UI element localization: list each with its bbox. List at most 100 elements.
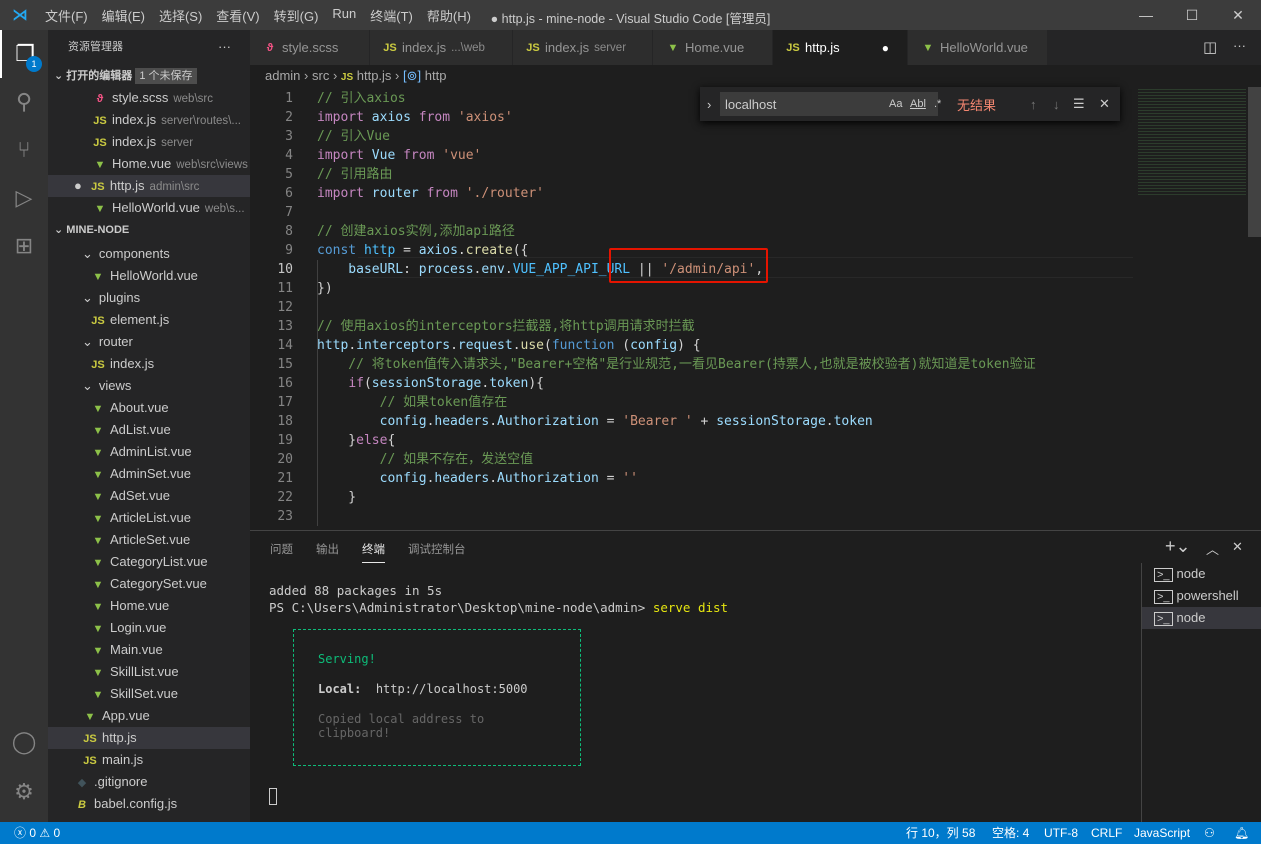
account-icon[interactable]: ◯ bbox=[0, 718, 48, 766]
file-item[interactable]: JS http.js bbox=[48, 727, 250, 749]
feedback-icon[interactable]: ⚇ bbox=[1204, 822, 1215, 844]
terminal-instance[interactable]: >_ node bbox=[1142, 607, 1261, 629]
new-terminal-icon[interactable]: +⌄ bbox=[1165, 536, 1191, 557]
breadcrumb-item[interactable]: src bbox=[312, 68, 329, 83]
tab-terminal[interactable]: 终端 bbox=[362, 541, 385, 563]
code-editor[interactable]: 1 // 引入axios 2 import axios from 'axios' 3 //… bbox=[250, 87, 1140, 527]
open-editors-header[interactable]: ⌄ 打开的编辑器 1 个未保存 bbox=[48, 65, 250, 87]
match-word-button[interactable]: Abl bbox=[910, 98, 926, 110]
folder-item[interactable]: ⌄ router bbox=[48, 331, 250, 353]
tab-output[interactable]: 输出 bbox=[316, 541, 339, 557]
menu-item[interactable]: 查看(V) bbox=[209, 6, 266, 25]
run-debug-icon[interactable]: ▷ bbox=[0, 174, 48, 222]
editor-more-icon[interactable]: ··· bbox=[1233, 38, 1246, 53]
open-editor-item[interactable]: ▼ Home.vue web\src\views bbox=[48, 153, 250, 175]
file-item[interactable]: ▼ SkillSet.vue bbox=[48, 683, 250, 705]
find-in-selection-icon[interactable]: ☰ bbox=[1073, 96, 1085, 112]
file-item[interactable]: ▼ ArticleList.vue bbox=[48, 507, 250, 529]
terminal-instance[interactable]: >_ node bbox=[1142, 563, 1261, 585]
tab-home-vue[interactable]: ▼ Home.vue bbox=[653, 30, 773, 65]
cursor-position[interactable]: 行 10，列 58 bbox=[906, 822, 975, 844]
file-item[interactable]: ▼ AdList.vue bbox=[48, 419, 250, 441]
menu-item[interactable]: 帮助(H) bbox=[420, 6, 478, 25]
tab-index-js[interactable]: JS index.js ...\web bbox=[370, 30, 513, 65]
next-match-icon[interactable]: ↓ bbox=[1053, 97, 1060, 112]
file-item[interactable]: ▼ Login.vue bbox=[48, 617, 250, 639]
breadcrumb-item[interactable]: http bbox=[425, 68, 447, 83]
encoding[interactable]: UTF-8 bbox=[1044, 822, 1078, 844]
notifications-icon[interactable]: 🔔︎ bbox=[1234, 822, 1249, 844]
minimize-button[interactable]: — bbox=[1123, 0, 1169, 30]
tab-index-js[interactable]: JS index.js server bbox=[513, 30, 653, 65]
tab-http-js[interactable]: JS http.js ● bbox=[773, 30, 908, 65]
file-item[interactable]: ▼ HelloWorld.vue bbox=[48, 265, 250, 287]
file-item[interactable]: JS main.js bbox=[48, 749, 250, 771]
source-control-icon[interactable]: ⑂ bbox=[0, 126, 48, 174]
local-url[interactable]: http://localhost:5000 bbox=[376, 682, 528, 696]
file-item[interactable]: ▼ AdminSet.vue bbox=[48, 463, 250, 485]
folder-item[interactable]: ⌄ plugins bbox=[48, 287, 250, 309]
file-item[interactable]: Bbabel.config.js bbox=[48, 793, 250, 815]
file-item[interactable]: ▼ CategorySet.vue bbox=[48, 573, 250, 595]
toggle-replace-icon[interactable]: › bbox=[707, 97, 711, 112]
search-icon[interactable]: ⚲ bbox=[0, 78, 48, 126]
minimap[interactable] bbox=[1138, 87, 1246, 197]
open-editor-item[interactable]: ▼ HelloWorld.vue web\s... bbox=[48, 197, 250, 219]
breadcrumb-item[interactable]: http.js bbox=[357, 68, 392, 83]
project-header[interactable]: ⌄ MINE-NODE bbox=[48, 219, 250, 241]
modified-dot-icon[interactable]: ● bbox=[74, 178, 82, 193]
file-item[interactable]: ▼ AdSet.vue bbox=[48, 485, 250, 507]
open-editor-item[interactable]: JS index.js server\routes\... bbox=[48, 109, 250, 131]
match-case-button[interactable]: Aa bbox=[889, 98, 902, 110]
maximize-panel-icon[interactable]: ︿ bbox=[1206, 539, 1219, 558]
file-item[interactable]: JS index.js bbox=[48, 353, 250, 375]
file-item[interactable]: ▼ SkillList.vue bbox=[48, 661, 250, 683]
previous-match-icon[interactable]: ↑ bbox=[1030, 97, 1037, 112]
language-mode[interactable]: JavaScript bbox=[1134, 822, 1190, 844]
problems-status[interactable]: ⓧ 0 ⚠ 0 bbox=[14, 822, 60, 844]
file-item[interactable]: ▼ CategoryList.vue bbox=[48, 551, 250, 573]
file-item[interactable]: ▼ AdminList.vue bbox=[48, 441, 250, 463]
more-actions-button[interactable]: ··· bbox=[218, 36, 238, 58]
editor-scrollbar[interactable] bbox=[1248, 87, 1261, 237]
file-item[interactable]: ▼ App.vue bbox=[48, 705, 250, 727]
close-panel-icon[interactable]: ✕ bbox=[1232, 539, 1243, 555]
menu-item[interactable]: 文件(F) bbox=[38, 6, 95, 25]
file-item[interactable] bbox=[48, 815, 250, 822]
menu-item[interactable]: 选择(S) bbox=[152, 6, 209, 25]
regex-button[interactable]: .* bbox=[934, 98, 941, 110]
file-item[interactable]: ▼ ArticleSet.vue bbox=[48, 529, 250, 551]
tab-helloworld-vue[interactable]: ▼ HelloWorld.vue bbox=[908, 30, 1048, 65]
menu-item[interactable]: 转到(G) bbox=[267, 6, 326, 25]
find-input[interactable] bbox=[720, 92, 938, 116]
split-editor-icon[interactable]: ◫ bbox=[1203, 38, 1217, 56]
settings-gear-icon[interactable]: ⚙ bbox=[0, 768, 48, 816]
menu-item[interactable]: Run bbox=[325, 6, 363, 25]
modified-dot-icon[interactable]: ● bbox=[882, 41, 889, 55]
breadcrumb-item[interactable]: admin bbox=[265, 68, 300, 83]
extensions-icon[interactable]: ⊞ bbox=[0, 222, 48, 270]
folder-item[interactable]: ⌄ components bbox=[48, 243, 250, 265]
open-editor-item[interactable]: ϑ style.scss web\src bbox=[48, 87, 250, 109]
indentation[interactable]: 空格: 4 bbox=[992, 822, 1029, 844]
file-item[interactable]: ▼ Main.vue bbox=[48, 639, 250, 661]
tab-problems[interactable]: 问题 bbox=[270, 541, 293, 557]
file-item[interactable]: ◆ .gitignore bbox=[48, 771, 250, 793]
folder-item[interactable]: ⌄ views bbox=[48, 375, 250, 397]
file-item[interactable]: ▼ About.vue bbox=[48, 397, 250, 419]
maximize-button[interactable]: ☐ bbox=[1169, 0, 1215, 30]
terminal-instance[interactable]: >_ powershell bbox=[1142, 585, 1261, 607]
tab-debug-console[interactable]: 调试控制台 bbox=[408, 541, 466, 557]
menu-item[interactable]: 终端(T) bbox=[363, 6, 420, 25]
line-ending[interactable]: CRLF bbox=[1091, 822, 1122, 844]
close-window-button[interactable]: ✕ bbox=[1215, 0, 1261, 30]
open-editor-item[interactable]: ● JS http.js admin\src bbox=[48, 175, 250, 197]
terminal-output[interactable]: added 88 packages in 5s PS C:\Users\Admi… bbox=[269, 583, 728, 805]
explorer-icon[interactable]: ❐ 1 bbox=[0, 30, 48, 78]
open-editor-item[interactable]: JS index.js server bbox=[48, 131, 250, 153]
file-item[interactable]: JS element.js bbox=[48, 309, 250, 331]
file-item[interactable]: ▼ Home.vue bbox=[48, 595, 250, 617]
menu-item[interactable]: 编辑(E) bbox=[95, 6, 152, 25]
tab-style-scss[interactable]: ϑ style.scss bbox=[250, 30, 370, 65]
close-find-icon[interactable]: ✕ bbox=[1099, 96, 1110, 112]
